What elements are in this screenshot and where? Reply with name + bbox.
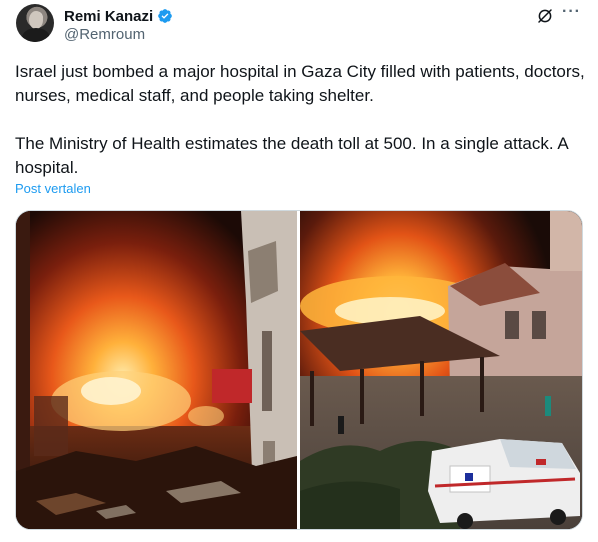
translate-post-link[interactable]: Post vertalen [15, 181, 91, 196]
tweet-paragraph-2: The Ministry of Health estimates the dea… [15, 134, 568, 177]
tweet-paragraph-1: Israel just bombed a major hospital in G… [15, 62, 585, 105]
photo-fire-street-image [16, 211, 297, 529]
grok-icon[interactable] [536, 7, 554, 25]
media-grid [15, 210, 583, 530]
avatar[interactable] [16, 4, 54, 42]
avatar-face [29, 11, 43, 29]
tweet-text: Israel just bombed a major hospital in G… [15, 60, 585, 180]
avatar-body [22, 28, 50, 42]
photo-fire-hospital-ambulance[interactable] [300, 211, 582, 529]
ambulance-shape [428, 439, 580, 529]
more-icon[interactable]: ··· [562, 4, 582, 22]
author-display-name[interactable]: Remi Kanazi [64, 8, 153, 25]
author-name-row: Remi Kanazi [64, 6, 173, 26]
photo-fire-hospital-ambulance-image [300, 211, 582, 529]
author-handle[interactable]: @Remroum [64, 26, 145, 43]
tweet: Remi Kanazi @Remroum ··· Israel just bom… [0, 0, 598, 542]
photo-fire-street[interactable] [16, 211, 297, 529]
verified-badge-icon [158, 9, 173, 23]
